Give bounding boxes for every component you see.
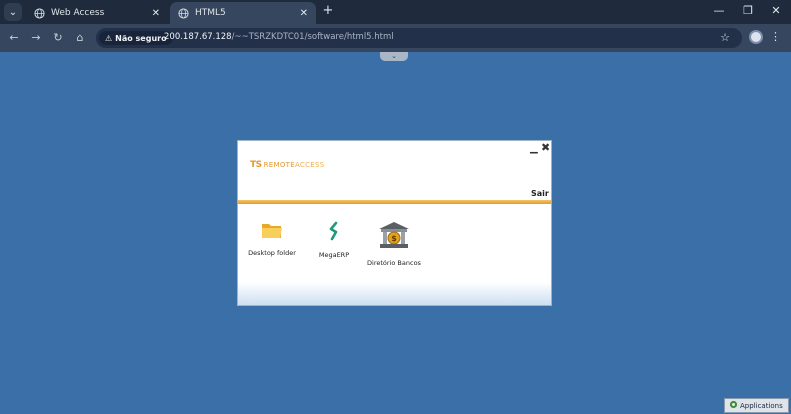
minimize-icon[interactable]: ▁ bbox=[530, 143, 538, 154]
minimize-window-icon[interactable]: — bbox=[705, 2, 733, 20]
applications-icon bbox=[729, 400, 738, 411]
sair-link[interactable]: Sair bbox=[531, 189, 549, 198]
security-chip[interactable]: ⚠ Não seguro bbox=[99, 31, 173, 45]
applications-button[interactable]: Applications bbox=[724, 398, 789, 413]
forward-arrow-icon[interactable]: → bbox=[28, 30, 44, 46]
bookmark-star-icon[interactable]: ☆ bbox=[720, 31, 730, 44]
applications-label: Applications bbox=[740, 401, 783, 410]
window-footer bbox=[238, 282, 551, 305]
close-tab-icon[interactable]: ✕ bbox=[152, 8, 160, 19]
logo-text-plain: REMOTE bbox=[263, 161, 295, 169]
logo-text: REMOTEACCESS bbox=[264, 161, 325, 169]
chevron-down-icon: ⌄ bbox=[391, 52, 397, 60]
tab-title: Web Access bbox=[51, 8, 105, 18]
close-tab-icon[interactable]: ✕ bbox=[300, 8, 308, 19]
folder-icon bbox=[261, 221, 283, 243]
bank-icon: $ bbox=[378, 221, 410, 253]
megaerp-icon bbox=[327, 221, 341, 245]
globe-icon bbox=[34, 7, 45, 19]
new-tab-button[interactable]: + bbox=[320, 3, 336, 19]
tab-search-button[interactable]: ⌄ bbox=[4, 3, 22, 21]
url-host: 200.187.67.128 bbox=[164, 32, 232, 42]
browser-toolbar: ← → ↻ ⌂ ⚠ Não seguro 200.187.67.128/~~TS… bbox=[0, 24, 791, 52]
logo-text-accent: ACCESS bbox=[294, 161, 325, 169]
home-icon[interactable]: ⌂ bbox=[72, 30, 88, 46]
close-window-icon[interactable]: ✕ bbox=[762, 2, 790, 20]
app-label: MegaERP bbox=[318, 251, 350, 259]
tab-web-access[interactable]: Web Access ✕ bbox=[26, 2, 168, 24]
app-desktop-folder[interactable]: Desktop folder bbox=[246, 221, 298, 257]
logo-mark: TS bbox=[250, 160, 262, 170]
globe-icon bbox=[178, 7, 189, 19]
security-label: Não seguro bbox=[115, 33, 167, 43]
restore-window-icon[interactable]: ❐ bbox=[734, 2, 762, 20]
session-toolbar-toggle[interactable]: ⌄ bbox=[380, 52, 408, 61]
reload-icon[interactable]: ↻ bbox=[50, 30, 66, 46]
app-label: Diretório Bancos bbox=[367, 259, 421, 267]
header-divider bbox=[238, 200, 551, 204]
more-menu-icon[interactable]: ⋮ bbox=[770, 30, 781, 43]
remote-access-window: ▁ ✖ TS REMOTEACCESS Sair Desktop folder … bbox=[237, 140, 552, 306]
url-text: 200.187.67.128/~~TSRZKDTC01/software/htm… bbox=[164, 32, 394, 42]
app-megaerp[interactable]: MegaERP bbox=[312, 221, 356, 259]
profile-avatar[interactable] bbox=[749, 30, 763, 44]
close-icon[interactable]: ✖ bbox=[541, 141, 550, 154]
browser-tab-bar: ⌄ Web Access ✕ HTML5 ✕ + — ❐ ✕ bbox=[0, 0, 791, 24]
app-diretorio-bancos[interactable]: $ Diretório Bancos bbox=[364, 221, 424, 267]
url-path: /~~TSRZKDTC01/software/html5.html bbox=[231, 32, 394, 42]
chevron-down-icon: ⌄ bbox=[8, 6, 18, 18]
warning-triangle-icon: ⚠ bbox=[105, 33, 113, 43]
svg-text:$: $ bbox=[391, 234, 397, 243]
app-label: Desktop folder bbox=[248, 249, 296, 257]
back-arrow-icon[interactable]: ← bbox=[6, 30, 22, 46]
address-bar[interactable]: ⚠ Não seguro 200.187.67.128/~~TSRZKDTC01… bbox=[96, 28, 742, 48]
tab-title: HTML5 bbox=[195, 8, 226, 18]
tab-html5[interactable]: HTML5 ✕ bbox=[170, 2, 316, 24]
remote-access-logo: TS REMOTEACCESS bbox=[250, 160, 325, 170]
